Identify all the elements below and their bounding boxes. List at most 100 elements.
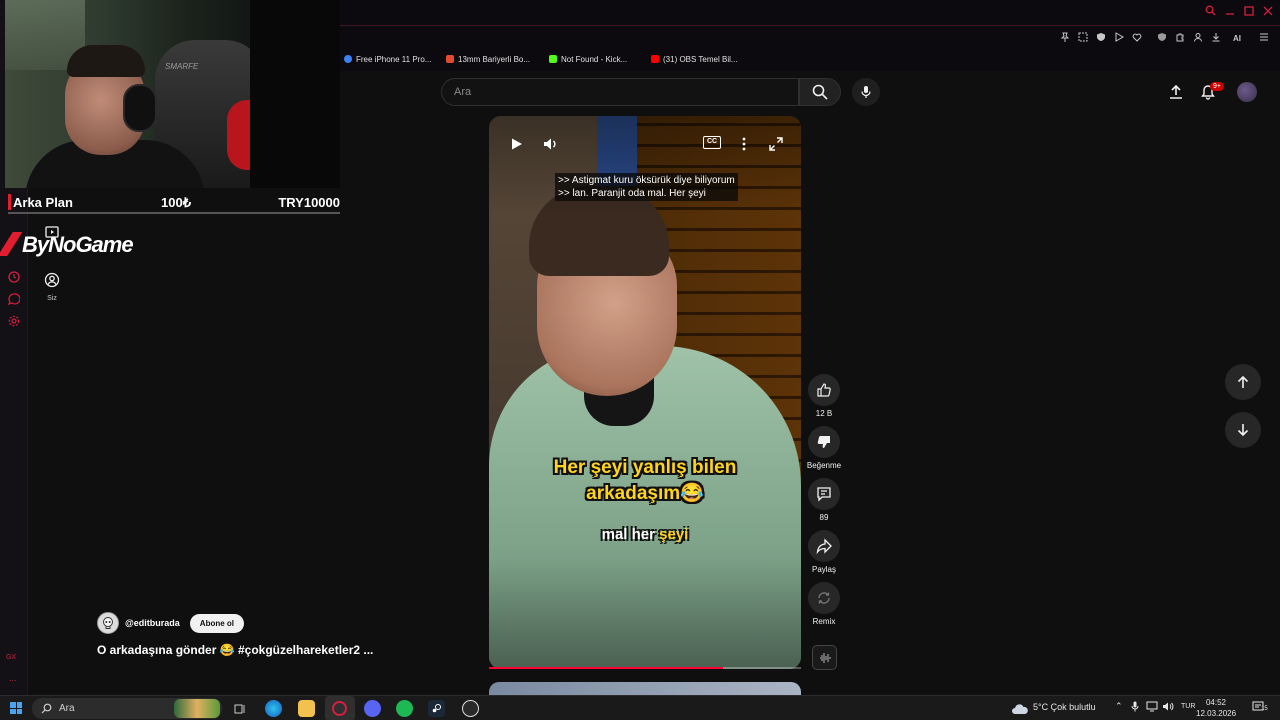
search-input[interactable] bbox=[442, 79, 798, 105]
favicon bbox=[549, 55, 557, 63]
discord-icon[interactable] bbox=[364, 700, 381, 717]
share-button[interactable]: Paylaş bbox=[806, 530, 842, 574]
heart-icon[interactable] bbox=[1130, 32, 1144, 46]
browser-toolbar: AI bbox=[340, 27, 1280, 51]
channel-handle[interactable]: @editburada bbox=[125, 618, 180, 628]
bookmark-item[interactable]: Not Found - Kick... bbox=[549, 55, 627, 64]
speaker-icon[interactable] bbox=[1162, 701, 1174, 714]
chair-logo: SMARFE bbox=[165, 62, 199, 71]
closed-captions: >> Astigmat kuru öksürük diye biliyorum … bbox=[555, 173, 738, 201]
progress-fill bbox=[489, 667, 723, 669]
shield-icon[interactable] bbox=[1094, 32, 1108, 46]
video-progress-bar[interactable] bbox=[489, 667, 801, 669]
maximize-icon[interactable] bbox=[1242, 5, 1256, 19]
next-short-button[interactable] bbox=[1225, 412, 1261, 448]
language-indicator[interactable]: TUR bbox=[1181, 703, 1195, 710]
microphone-icon bbox=[861, 86, 871, 98]
video-overlay-line2: arkadaşım😂 bbox=[586, 483, 704, 504]
search-field[interactable] bbox=[441, 78, 799, 106]
account-icon[interactable] bbox=[1191, 32, 1205, 46]
subtitle-part: mal her bbox=[601, 526, 660, 543]
next-short-preview[interactable] bbox=[489, 682, 801, 695]
play-button[interactable] bbox=[506, 134, 526, 154]
captions-button[interactable]: CC bbox=[703, 136, 721, 149]
donation-label: Arka Plan bbox=[13, 195, 73, 210]
dislike-circle bbox=[808, 426, 840, 458]
snapshot-icon[interactable] bbox=[1076, 32, 1090, 46]
vpn-shield-icon[interactable] bbox=[1155, 32, 1169, 46]
dislike-button[interactable]: Beğenme bbox=[806, 426, 842, 470]
bookmark-item[interactable]: (31) OBS Temel Bil... bbox=[651, 55, 738, 64]
volume-button[interactable] bbox=[541, 134, 561, 154]
pin-icon[interactable] bbox=[1058, 32, 1072, 46]
aria-ai-button[interactable]: AI bbox=[1226, 32, 1248, 46]
donation-amount: 100₺ bbox=[161, 195, 191, 210]
settings-icon[interactable] bbox=[7, 315, 21, 329]
bookmarks-bar: Free iPhone 11 Pro... 13mm Bariyerli Bo.… bbox=[340, 51, 1280, 71]
thumbs-down-icon bbox=[817, 436, 830, 448]
remix-button[interactable]: Remix bbox=[806, 582, 842, 626]
share-label: Paylaş bbox=[811, 565, 836, 574]
sound-button[interactable] bbox=[812, 645, 837, 670]
sound-wave-icon bbox=[819, 652, 830, 663]
donation-goal: TRY10000 bbox=[278, 195, 340, 210]
minimize-icon[interactable] bbox=[1223, 5, 1237, 19]
bookmark-item[interactable]: Free iPhone 11 Pro... bbox=[344, 55, 431, 64]
messenger-icon[interactable] bbox=[7, 293, 21, 307]
create-button[interactable] bbox=[1166, 82, 1186, 102]
history-icon[interactable] bbox=[7, 271, 21, 285]
taskbar-search[interactable]: Ara bbox=[32, 698, 222, 719]
bookmark-label: Free iPhone 11 Pro... bbox=[356, 55, 432, 64]
share-arrow-icon bbox=[816, 538, 832, 554]
edge-icon[interactable] bbox=[265, 700, 282, 717]
channel-row: @editburada Abone ol bbox=[97, 612, 245, 634]
steam-icon[interactable] bbox=[428, 700, 445, 717]
cam-headphone bbox=[123, 84, 157, 132]
remix-circle bbox=[808, 582, 840, 614]
subscribe-button[interactable]: Abone ol bbox=[189, 613, 245, 633]
windows-start-icon[interactable] bbox=[10, 702, 22, 714]
short-title[interactable]: O arkadaşına gönder 😂 #çokgüzelhareketle… bbox=[97, 643, 373, 657]
search-icon bbox=[812, 84, 828, 100]
like-button[interactable]: 12 B bbox=[806, 374, 842, 418]
search-button[interactable] bbox=[799, 78, 841, 106]
opera-gx-icon[interactable] bbox=[332, 701, 347, 716]
task-view-icon[interactable] bbox=[231, 700, 248, 717]
microphone-tray-icon[interactable] bbox=[1131, 701, 1139, 714]
search-tabs-icon[interactable] bbox=[1203, 5, 1217, 19]
donation-goal-bar: Arka Plan 100₺ TRY10000 bbox=[8, 192, 340, 214]
close-icon[interactable] bbox=[1261, 5, 1275, 19]
tray-chevron-icon[interactable]: ⌃ bbox=[1115, 701, 1123, 712]
bookmark-item[interactable]: 13mm Bariyerli Bo... bbox=[446, 55, 530, 64]
brand-name: ByNoGame bbox=[22, 232, 134, 257]
file-explorer-icon[interactable] bbox=[298, 700, 315, 717]
cam-person-hair bbox=[67, 45, 145, 77]
channel-avatar[interactable] bbox=[97, 612, 119, 634]
clock-time: 04:52 bbox=[1205, 698, 1227, 707]
arrow-up-icon bbox=[1237, 375, 1249, 388]
spotify-icon[interactable] bbox=[396, 700, 413, 717]
comments-button[interactable]: 89 bbox=[806, 478, 842, 522]
bookmark-label: 13mm Bariyerli Bo... bbox=[458, 55, 531, 64]
fullscreen-button[interactable] bbox=[766, 134, 786, 154]
download-icon[interactable] bbox=[1209, 32, 1223, 46]
system-clock[interactable]: 04:52 12.03.2026 bbox=[1196, 697, 1236, 719]
donation-accent bbox=[8, 194, 11, 210]
volume-icon bbox=[544, 138, 556, 150]
search-highlight-art bbox=[174, 699, 220, 718]
network-icon[interactable] bbox=[1146, 701, 1158, 714]
rail-you[interactable]: Siz bbox=[40, 272, 64, 302]
browser-titlebar bbox=[340, 0, 1280, 26]
more-options-button[interactable] bbox=[734, 134, 754, 154]
account-avatar[interactable] bbox=[1237, 82, 1257, 102]
player-icon[interactable] bbox=[1112, 32, 1126, 46]
sidebar-more-icon[interactable]: ... bbox=[9, 673, 17, 683]
weather-icon[interactable] bbox=[1010, 700, 1030, 717]
menu-icon[interactable] bbox=[1257, 32, 1271, 46]
previous-short-button[interactable] bbox=[1225, 364, 1261, 400]
voice-search-button[interactable] bbox=[852, 78, 880, 106]
brand-logo-icon bbox=[0, 232, 22, 256]
extensions-icon[interactable] bbox=[1173, 32, 1187, 46]
shorts-player[interactable]: CC >> Astigmat kuru öksürük diye biliyor… bbox=[489, 116, 801, 669]
obs-icon[interactable] bbox=[462, 700, 479, 717]
